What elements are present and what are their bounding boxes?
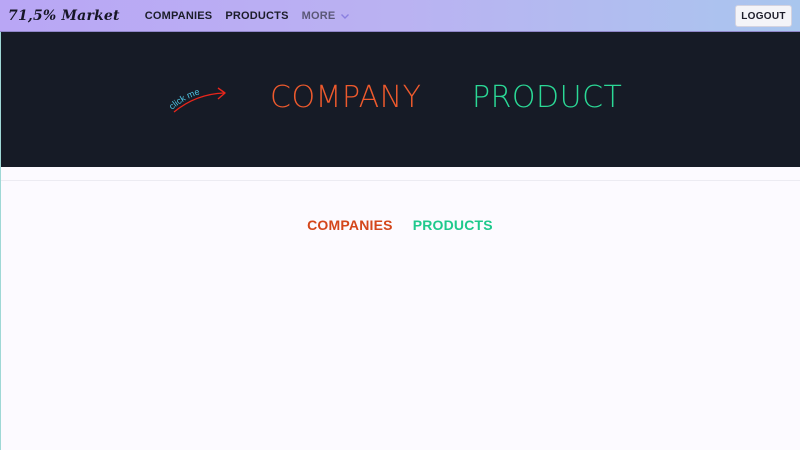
category-tabs: COMPANIES PRODUCTS — [0, 217, 800, 233]
hero-company-link[interactable]: COMPANY — [270, 80, 421, 115]
tab-companies[interactable]: COMPANIES — [307, 217, 393, 233]
top-navbar: 71,5% Market COMPANIES PRODUCTS MORE LOG… — [0, 0, 800, 32]
logout-button[interactable]: LOGOUT — [735, 5, 792, 27]
click-me-hint: click me — [168, 87, 226, 113]
nav-companies-link[interactable]: COMPANIES — [145, 10, 213, 22]
nav-more-label: MORE — [301, 9, 336, 22]
nav-more-dropdown[interactable]: MORE — [302, 10, 351, 22]
chevron-down-icon — [340, 11, 350, 21]
nav-products-link[interactable]: PRODUCTS — [225, 10, 288, 22]
section-divider — [0, 180, 800, 181]
hero-product-link[interactable]: PRODUCT — [472, 80, 622, 115]
left-border — [0, 32, 1, 450]
tab-products[interactable]: PRODUCTS — [413, 217, 493, 233]
brand-logo[interactable]: 71,5% Market — [8, 8, 120, 24]
